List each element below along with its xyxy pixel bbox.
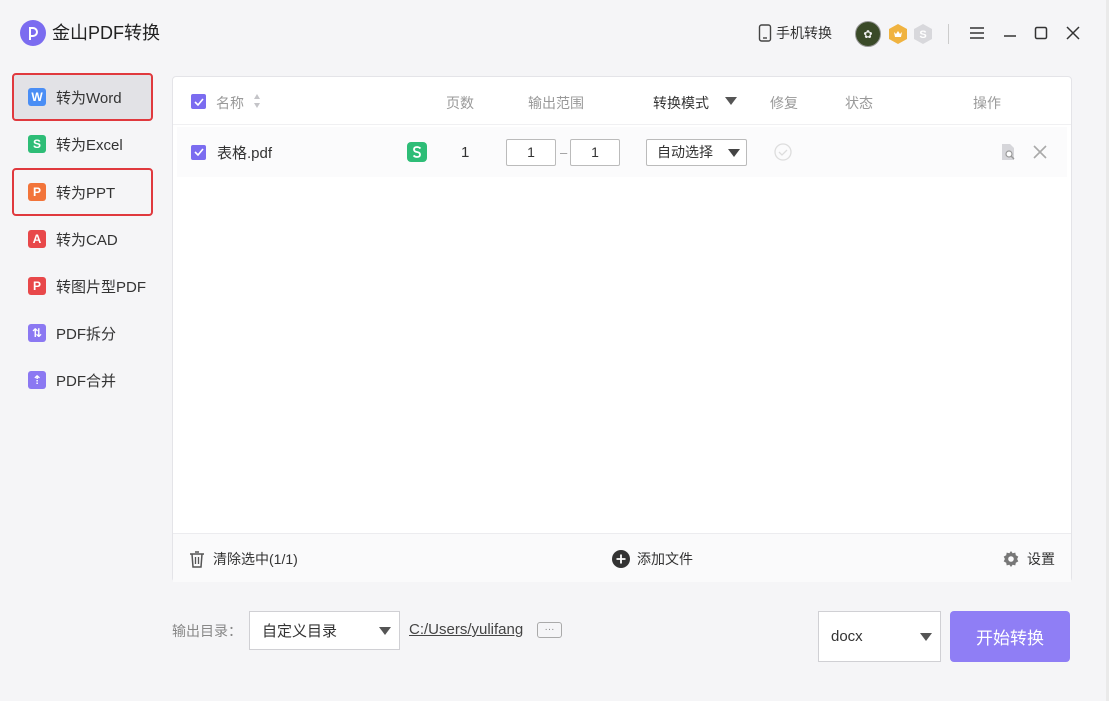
sidebar-item-label: 转为Excel	[56, 136, 123, 154]
output-dir-value: 自定义目录	[262, 623, 338, 640]
header-range: 输出范围	[528, 95, 584, 111]
settings-button[interactable]: 设置	[1002, 549, 1055, 569]
sidebar-item-label: 转为CAD	[56, 231, 118, 249]
header-actions: 操作	[973, 95, 1001, 111]
panel-footer: 清除选中(1/1) 添加文件 设置	[173, 533, 1071, 582]
output-format-value: docx	[831, 628, 863, 645]
minimize-button[interactable]	[999, 22, 1021, 44]
sidebar-item-excel[interactable]: S 转为Excel	[14, 122, 151, 166]
menu-button[interactable]	[966, 22, 988, 44]
header-pages: 页数	[446, 95, 474, 111]
browse-button[interactable]: ···	[537, 622, 562, 638]
row-checkbox[interactable]	[191, 144, 206, 160]
select-all-checkbox[interactable]	[191, 94, 206, 109]
page-count: 1	[461, 143, 470, 161]
check-icon	[193, 97, 204, 106]
settings-label: 设置	[1027, 551, 1055, 567]
merge-icon: ⇡	[28, 371, 46, 389]
user-avatar[interactable]: ✿	[855, 21, 881, 47]
close-button[interactable]	[1062, 22, 1084, 44]
chevron-down-icon	[379, 627, 391, 635]
minimize-icon	[1004, 35, 1016, 37]
app-logo-icon	[20, 20, 46, 46]
header-name[interactable]: 名称	[216, 93, 244, 113]
phone-icon	[758, 24, 772, 42]
output-path-link[interactable]: C:/Users/yulifang	[409, 621, 523, 638]
preview-icon[interactable]	[999, 143, 1017, 161]
gear-icon	[1003, 551, 1019, 567]
sidebar-item-word[interactable]: W 转为Word	[12, 73, 153, 121]
remove-icon[interactable]	[1033, 145, 1047, 159]
start-convert-button[interactable]: 开始转换	[950, 611, 1070, 662]
output-dir-select[interactable]: 自定义目录	[249, 611, 400, 650]
add-file-button[interactable]: 添加文件	[612, 549, 693, 569]
chevron-down-icon	[920, 633, 932, 641]
svg-text:S: S	[919, 29, 926, 41]
header-status: 状态	[845, 95, 873, 111]
ppt-icon: P	[28, 183, 46, 201]
table-row[interactable]: 表格.pdf 1 1 – 1 自动选择	[177, 127, 1067, 177]
clear-selected-label: 清除选中(1/1)	[213, 551, 298, 567]
chevron-down-icon	[728, 148, 740, 157]
conversion-mode-value: 自动选择	[657, 144, 713, 160]
cad-icon: A	[28, 230, 46, 248]
maximize-button[interactable]	[1030, 22, 1052, 44]
sidebar-item-pdf-split[interactable]: ⇅ PDF拆分	[14, 311, 151, 355]
maximize-icon	[1034, 26, 1048, 40]
sidebar-item-cad[interactable]: A 转为CAD	[14, 217, 151, 261]
output-format-select[interactable]: docx	[818, 611, 941, 662]
vip-silver-badge-icon[interactable]: S	[912, 23, 934, 45]
excel-icon: S	[28, 135, 46, 153]
mode-dropdown-icon[interactable]	[725, 97, 737, 105]
header-repair: 修复	[770, 95, 798, 111]
title-bar: 金山PDF转换 手机转换 ✿ S	[0, 0, 1109, 66]
word-icon: W	[28, 88, 46, 106]
trash-icon	[190, 551, 204, 568]
spreadsheet-type-icon	[407, 142, 427, 162]
sidebar-item-label: 转为Word	[56, 89, 122, 107]
plus-circle-icon	[612, 550, 630, 568]
sidebar-item-label: PDF拆分	[56, 325, 117, 343]
table-header: 名称 页数 输出范围 转换模式 修复 状态 操作	[173, 77, 1071, 125]
file-list-panel: 名称 页数 输出范围 转换模式 修复 状态 操作 表格.pdf 1 1 – 1 …	[172, 76, 1072, 582]
sidebar-item-label: PDF合并	[56, 372, 117, 390]
clear-selected-button[interactable]: 清除选中(1/1)	[188, 549, 298, 569]
header-mode[interactable]: 转换模式	[653, 93, 709, 113]
range-dash: –	[560, 144, 568, 160]
app-title: 金山PDF转换	[52, 23, 160, 43]
file-name: 表格.pdf	[217, 144, 273, 162]
image-pdf-icon: P	[28, 277, 46, 295]
sidebar-item-image-pdf[interactable]: P 转图片型PDF	[14, 264, 151, 308]
output-dir-label: 输出目录：	[172, 623, 242, 639]
repair-check-icon[interactable]	[774, 143, 792, 161]
vip-gold-badge-icon[interactable]	[887, 23, 909, 45]
sidebar-item-label: 转图片型PDF	[56, 278, 147, 296]
add-file-label: 添加文件	[637, 551, 693, 567]
sidebar-item-pdf-merge[interactable]: ⇡ PDF合并	[14, 358, 151, 402]
sort-icon[interactable]	[253, 92, 261, 110]
split-icon: ⇅	[28, 324, 46, 342]
close-icon	[1066, 26, 1080, 40]
range-to-input[interactable]: 1	[570, 138, 620, 166]
range-from-input[interactable]: 1	[506, 138, 556, 166]
sidebar-item-ppt[interactable]: P 转为PPT	[12, 168, 153, 216]
phone-convert-button[interactable]: 手机转换	[758, 22, 832, 44]
conversion-mode-select[interactable]: 自动选择	[646, 138, 747, 166]
hamburger-icon	[970, 27, 984, 39]
phone-convert-label: 手机转换	[776, 25, 832, 41]
check-icon	[193, 148, 204, 156]
titlebar-divider	[948, 24, 949, 44]
sidebar-item-label: 转为PPT	[56, 184, 116, 202]
